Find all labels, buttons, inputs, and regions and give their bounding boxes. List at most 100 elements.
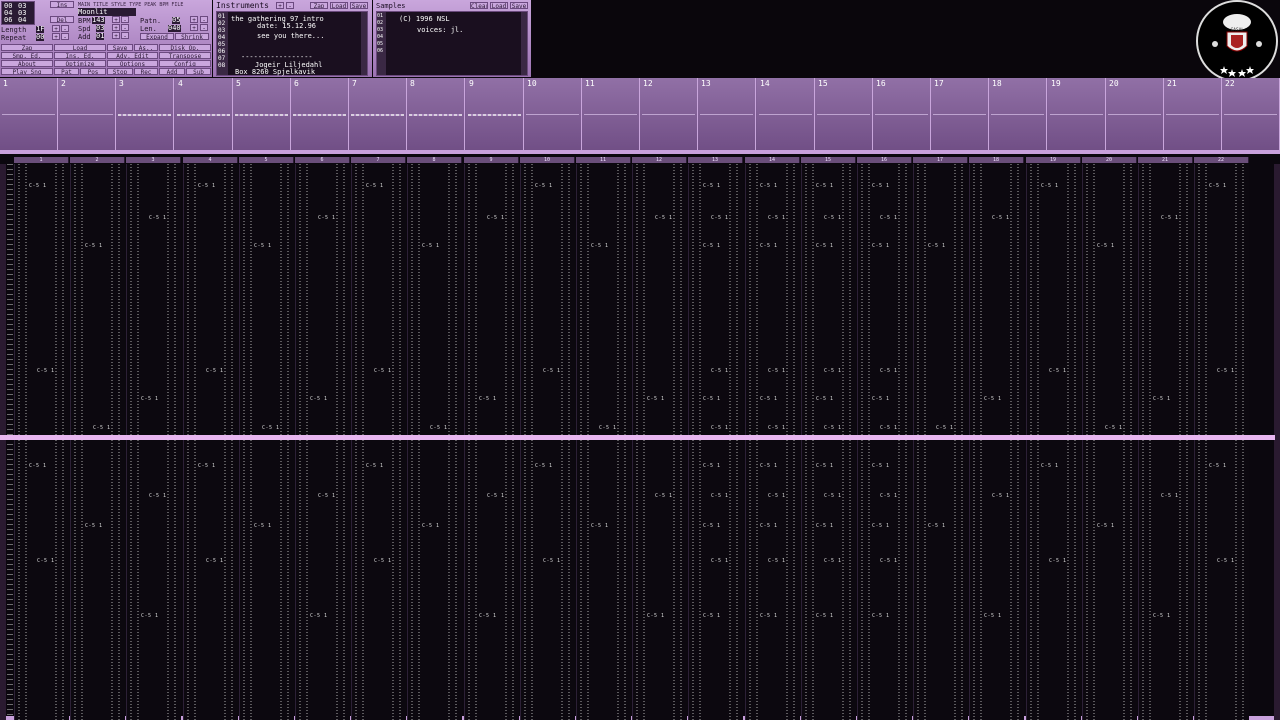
- channel-column-3[interactable]: C-5 1 C-5 1 C-5 1 C-5 1: [126, 164, 181, 720]
- note-cell: C-5 1: [1097, 523, 1115, 529]
- channel-column-21[interactable]: C-5 1 C-5 1 C-5 1 C-5 1: [1138, 164, 1193, 720]
- channel-header-14[interactable]: 14: [745, 157, 800, 163]
- channel-header-1[interactable]: 1: [14, 157, 69, 163]
- note-cell: C-5 1: [711, 425, 729, 431]
- channel-header-3[interactable]: 3: [126, 157, 181, 163]
- channel-column-20[interactable]: C-5 1 C-5 1 C-5 1: [1082, 164, 1137, 720]
- note-cell: C-5 1: [1153, 396, 1171, 402]
- channel-column-22[interactable]: C-5 1 C-5 1 C-5 1 C-5 1: [1194, 164, 1249, 720]
- note-cell: C-5 1: [824, 215, 842, 221]
- channel-header-20[interactable]: 20: [1082, 157, 1137, 163]
- channel-column-6[interactable]: C-5 1 C-5 1 C-5 1 C-5 1: [295, 164, 350, 720]
- note-cell: C-5 1: [760, 243, 778, 249]
- note-cell: C-5 1: [262, 425, 280, 431]
- channel-header-10[interactable]: 10: [520, 157, 575, 163]
- note-cell: C-5 1: [1161, 493, 1179, 499]
- empty-row-dots: [842, 164, 844, 720]
- empty-row-dots: [55, 164, 57, 720]
- channel-column-14[interactable]: C-5 1 C-5 1 C-5 1 C-5 1 C-5 1 C-5 1 C-5 1 C-5 1…: [745, 164, 800, 720]
- channel-header-21[interactable]: 21: [1138, 157, 1193, 163]
- channel-column-2[interactable]: C-5 1 C-5 1 C-5 1: [70, 164, 125, 720]
- note-cell: C-5 1: [479, 396, 497, 402]
- note-cell: C-5 1: [872, 613, 890, 619]
- note-cell: C-5 1: [1209, 183, 1227, 189]
- note-cell: C-5 1: [760, 183, 778, 189]
- channel-header-6[interactable]: 6: [295, 157, 350, 163]
- channel-header-12[interactable]: 12: [632, 157, 687, 163]
- empty-row-dots: [729, 164, 731, 720]
- channel-column-12[interactable]: C-5 1 C-5 1 C-5 1 C-5 1: [632, 164, 687, 720]
- note-cell: C-5 1: [816, 523, 834, 529]
- channel-column-15[interactable]: C-5 1 C-5 1 C-5 1 C-5 1 C-5 1 C-5 1 C-5 1 C-5 1…: [801, 164, 856, 720]
- note-cell: C-5 1: [816, 183, 834, 189]
- channel-header-8[interactable]: 8: [407, 157, 462, 163]
- channel-column-4[interactable]: C-5 1 C-5 1 C-5 1 C-5 1: [183, 164, 238, 720]
- channel-column-9[interactable]: C-5 1 C-5 1 C-5 1 C-5 1: [464, 164, 519, 720]
- empty-row-dots: [343, 164, 345, 720]
- note-cell: C-5 1: [711, 558, 729, 564]
- empty-row-dots: [673, 164, 675, 720]
- empty-row-dots: [81, 164, 83, 720]
- channel-column-7[interactable]: C-5 1 C-5 1 C-5 1 C-5 1: [351, 164, 406, 720]
- empty-row-dots: [898, 164, 900, 720]
- note-cell: C-5 1: [760, 613, 778, 619]
- note-cell: C-5 1: [149, 215, 167, 221]
- channel-header-2[interactable]: 2: [70, 157, 125, 163]
- channel-column-5[interactable]: C-5 1 C-5 1 C-5 1: [239, 164, 294, 720]
- empty-row-dots: [699, 164, 701, 720]
- note-cell: C-5 1: [768, 558, 786, 564]
- channel-header-16[interactable]: 16: [857, 157, 912, 163]
- channel-column-8[interactable]: C-5 1 C-5 1 C-5 1: [407, 164, 462, 720]
- empty-row-dots: [111, 164, 113, 720]
- empty-row-dots: [1037, 164, 1039, 720]
- channel-column-19[interactable]: C-5 1 C-5 1 C-5 1 C-5 1: [1026, 164, 1081, 720]
- channel-column-16[interactable]: C-5 1 C-5 1 C-5 1 C-5 1 C-5 1 C-5 1 C-5 1 C-5 1…: [857, 164, 912, 720]
- note-cell: C-5 1: [880, 368, 898, 374]
- note-cell: C-5 1: [37, 368, 55, 374]
- empty-row-dots: [194, 164, 196, 720]
- channel-column-13[interactable]: C-5 1 C-5 1 C-5 1 C-5 1 C-5 1 C-5 1 C-5 1 C-5 1…: [688, 164, 743, 720]
- channel-header-15[interactable]: 15: [801, 157, 856, 163]
- row-numbers: [7, 164, 13, 716]
- channel-column-18[interactable]: C-5 1 C-5 1 C-5 1 C-5 1: [969, 164, 1024, 720]
- empty-row-dots: [1205, 164, 1207, 720]
- channel-header-5[interactable]: 5: [239, 157, 294, 163]
- note-cell: C-5 1: [872, 523, 890, 529]
- empty-row-dots: [1242, 164, 1244, 720]
- note-cell: C-5 1: [254, 243, 272, 249]
- note-cell: C-5 1: [318, 493, 336, 499]
- empty-row-dots: [1074, 164, 1076, 720]
- empty-row-dots: [524, 164, 526, 720]
- note-cell: C-5 1: [816, 613, 834, 619]
- empty-row-dots: [250, 164, 252, 720]
- note-cell: C-5 1: [1049, 558, 1067, 564]
- empty-row-dots: [643, 164, 645, 720]
- empty-row-dots: [786, 164, 788, 720]
- channel-header-19[interactable]: 19: [1026, 157, 1081, 163]
- empty-row-dots: [961, 164, 963, 720]
- channel-header-13[interactable]: 13: [688, 157, 743, 163]
- note-cell: C-5 1: [768, 215, 786, 221]
- note-cell: C-5 1: [1105, 425, 1123, 431]
- note-cell: C-5 1: [760, 463, 778, 469]
- note-cell: C-5 1: [1209, 463, 1227, 469]
- channel-header-4[interactable]: 4: [183, 157, 238, 163]
- empty-row-dots: [137, 164, 139, 720]
- note-cell: C-5 1: [310, 613, 328, 619]
- channel-column-10[interactable]: C-5 1 C-5 1 C-5 1 C-5 1: [520, 164, 575, 720]
- channel-header-22[interactable]: 22: [1194, 157, 1249, 163]
- empty-row-dots: [336, 164, 338, 720]
- empty-row-dots: [1093, 164, 1095, 720]
- channel-header-7[interactable]: 7: [351, 157, 406, 163]
- channel-column-11[interactable]: C-5 1 C-5 1 C-5 1: [576, 164, 631, 720]
- empty-row-dots: [924, 164, 926, 720]
- channel-header-11[interactable]: 11: [576, 157, 631, 163]
- empty-row-dots: [355, 164, 357, 720]
- channel-header-17[interactable]: 17: [913, 157, 968, 163]
- channel-header-18[interactable]: 18: [969, 157, 1024, 163]
- channel-column-1[interactable]: C-5 1 C-5 1 C-5 1 C-5 1: [14, 164, 69, 720]
- channel-header-9[interactable]: 9: [464, 157, 519, 163]
- note-cell: C-5 1: [1217, 368, 1235, 374]
- note-cell: C-5 1: [591, 523, 609, 529]
- channel-column-17[interactable]: C-5 1 C-5 1 C-5 1: [913, 164, 968, 720]
